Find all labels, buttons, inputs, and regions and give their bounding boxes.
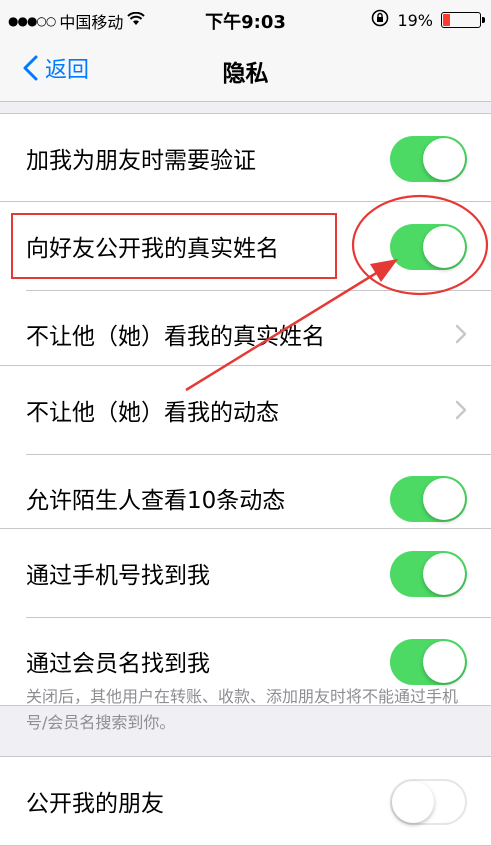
settings-group-real-name: 向好友公开我的真实姓名 不让他（她）看我的真实姓名 bbox=[0, 201, 491, 379]
signal-strength-icon: ●●●○○ bbox=[8, 14, 56, 28]
settings-group-public-friends: 公开我的朋友 bbox=[0, 756, 491, 846]
show-real-name-toggle[interactable] bbox=[390, 224, 467, 270]
battery-percent: 19% bbox=[397, 10, 433, 30]
toggle-knob bbox=[423, 138, 465, 180]
chevron-left-icon bbox=[23, 55, 38, 81]
row-label: 通过会员名找到我 bbox=[26, 651, 210, 677]
settings-group-find-me: 通过手机号找到我 通过会员名找到我 bbox=[0, 528, 491, 706]
battery-level bbox=[443, 14, 450, 26]
row-label: 加我为朋友时需要验证 bbox=[26, 148, 256, 174]
row-label: 允许陌生人查看10条动态 bbox=[26, 488, 286, 514]
find-by-phone-toggle[interactable] bbox=[390, 551, 467, 597]
row-friend-verification[interactable]: 加我为朋友时需要验证 bbox=[0, 114, 491, 202]
row-show-real-name[interactable]: 向好友公开我的真实姓名 bbox=[0, 202, 491, 290]
toggle-knob bbox=[423, 641, 465, 683]
lock-rotation-icon bbox=[371, 9, 389, 31]
chevron-right-icon bbox=[455, 400, 467, 420]
footer-note: 关闭后，其他用户在转账、收款、添加朋友时将不能通过手机号/会员名搜索到你。 bbox=[26, 687, 459, 732]
chevron-right-icon bbox=[455, 324, 467, 344]
navigation-bar: 返回 隐私 bbox=[0, 40, 491, 102]
status-bar: ●●●○○ 中国移动 下午9:03 19% bbox=[0, 0, 491, 40]
row-label: 通过手机号找到我 bbox=[26, 563, 210, 589]
row-public-friends[interactable]: 公开我的朋友 bbox=[0, 757, 491, 845]
row-label: 不让他（她）看我的真实姓名 bbox=[26, 324, 325, 350]
back-button[interactable]: 返回 bbox=[22, 52, 89, 84]
wifi-icon bbox=[127, 11, 146, 30]
settings-group-friend-verification: 加我为朋友时需要验证 bbox=[0, 113, 491, 203]
row-find-by-phone[interactable]: 通过手机号找到我 bbox=[0, 529, 491, 617]
settings-group-moments: 不让他（她）看我的动态 允许陌生人查看10条动态 bbox=[0, 365, 491, 543]
friend-verification-toggle[interactable] bbox=[390, 136, 467, 182]
toggle-knob bbox=[392, 781, 434, 823]
back-label: 返回 bbox=[45, 58, 90, 83]
toggle-knob bbox=[423, 226, 465, 268]
row-label: 向好友公开我的真实姓名 bbox=[26, 236, 279, 262]
row-label: 公开我的朋友 bbox=[26, 791, 164, 817]
find-by-member-name-toggle[interactable] bbox=[390, 639, 467, 685]
stranger-moments-toggle[interactable] bbox=[390, 476, 467, 522]
battery-icon bbox=[441, 12, 485, 28]
row-label: 不让他（她）看我的动态 bbox=[26, 400, 279, 426]
carrier-name: 中国移动 bbox=[59, 13, 124, 32]
toggle-knob bbox=[423, 553, 465, 595]
toggle-knob bbox=[423, 478, 465, 520]
row-hide-moments[interactable]: 不让他（她）看我的动态 bbox=[0, 366, 491, 454]
public-friends-toggle[interactable] bbox=[390, 779, 467, 825]
